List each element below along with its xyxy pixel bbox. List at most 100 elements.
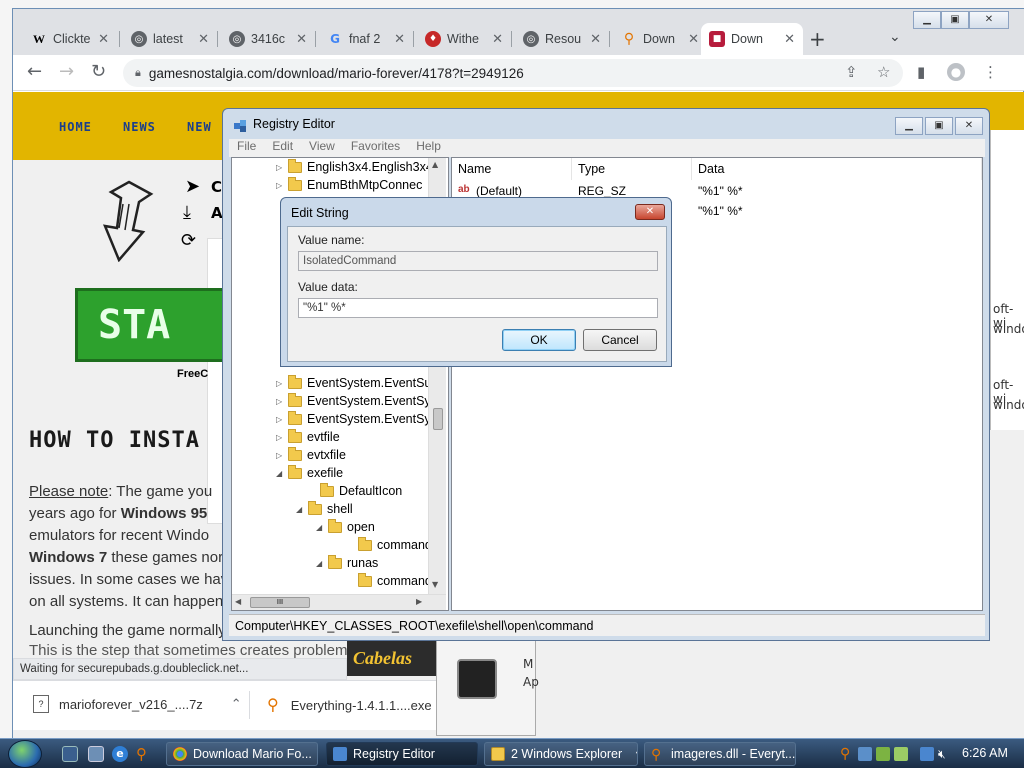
taskbar-item-regedit[interactable]: Registry Editor: [326, 742, 478, 766]
maximize-button[interactable]: ▣: [925, 117, 953, 135]
tree-horizontal-scrollbar[interactable]: ◀ III ▶: [232, 594, 446, 610]
show-desktop-icon[interactable]: [62, 746, 78, 762]
address-bar[interactable]: 🔒︎ gamesnostalgia.com/download/mario-for…: [123, 59, 903, 87]
switch-windows-icon[interactable]: [88, 746, 104, 762]
tree-item[interactable]: ▷ EventSystem.EventSy: [276, 392, 431, 410]
back-icon[interactable]: ←: [27, 61, 42, 82]
taskbar-item-everything[interactable]: ⚲ imageres.dll - Everyt...: [644, 742, 796, 766]
tab-6[interactable]: ◎ Resou ✕: [515, 23, 609, 55]
tree-item[interactable]: ◢ shell: [296, 500, 353, 518]
chevron-up-icon[interactable]: ⌃: [231, 696, 242, 712]
close-icon[interactable]: ✕: [198, 32, 209, 47]
internet-explorer-icon[interactable]: e: [112, 746, 128, 762]
minimize-button[interactable]: ▁: [913, 11, 941, 29]
menu-file[interactable]: File: [237, 139, 256, 153]
collapse-icon[interactable]: ◢: [296, 505, 308, 514]
tab-5[interactable]: ♦ Withe ✕: [417, 23, 511, 55]
expand-icon[interactable]: ▷: [276, 451, 288, 460]
tray-app-icon[interactable]: [894, 747, 908, 761]
clock[interactable]: 6:26 AM: [962, 746, 1008, 760]
search-icon[interactable]: ⚲: [136, 746, 152, 762]
tree-item[interactable]: DefaultIcon: [308, 482, 402, 500]
close-window-button[interactable]: ✕: [955, 117, 983, 135]
download-item[interactable]: ? marioforever_v216_....7z ⌃: [33, 695, 242, 713]
expand-icon[interactable]: ▷: [276, 433, 288, 442]
menu-kebab-icon[interactable]: ⋮: [983, 63, 998, 81]
tree-item[interactable]: ◢ runas: [316, 554, 378, 572]
collapse-icon[interactable]: ◢: [316, 559, 328, 568]
close-icon[interactable]: ✕: [394, 32, 405, 47]
column-header-data[interactable]: Data: [692, 158, 982, 180]
close-icon[interactable]: ✕: [296, 32, 307, 47]
close-icon[interactable]: ✕: [688, 32, 699, 47]
nav-new-link[interactable]: NEW: [187, 120, 212, 134]
reload-icon[interactable]: ↻: [91, 61, 106, 82]
download-item[interactable]: ⚲ Everything-1.4.1.1....exe: [267, 695, 432, 715]
collapse-icon[interactable]: ◢: [316, 523, 328, 532]
tree-item-selected[interactable]: command: [346, 536, 432, 554]
close-icon[interactable]: ✕: [784, 32, 795, 47]
expand-icon[interactable]: ▷: [276, 397, 288, 406]
volume-muted-icon[interactable]: 🔇︎: [938, 747, 952, 761]
tree-item[interactable]: command: [346, 572, 432, 590]
side-panel-icon[interactable]: ▮: [917, 63, 925, 81]
ad-banner[interactable]: Cabelas: [347, 640, 437, 676]
expand-icon[interactable]: ▷: [276, 163, 288, 172]
minimize-button[interactable]: ▁: [895, 117, 923, 135]
nav-home-link[interactable]: HOME: [59, 120, 92, 134]
menu-view[interactable]: View: [309, 139, 335, 153]
close-icon[interactable]: ✕: [590, 32, 601, 47]
close-icon[interactable]: ✕: [98, 32, 109, 47]
tree-item[interactable]: ▷ English3x4.English3x4: [276, 158, 433, 176]
new-tab-icon[interactable]: +: [809, 27, 826, 51]
tree-item[interactable]: ▷ EventSystem.EventSy: [276, 410, 431, 428]
tab-2[interactable]: ◎ latest ✕: [123, 23, 217, 55]
profile-avatar-icon[interactable]: ●: [947, 63, 965, 81]
menu-edit[interactable]: Edit: [272, 139, 293, 153]
menu-help[interactable]: Help: [416, 139, 441, 153]
tree-item[interactable]: ▷ evtxfile: [276, 446, 346, 464]
tab-3[interactable]: ◎ 3416c ✕: [221, 23, 315, 55]
taskbar-item-chrome[interactable]: Download Mario Fo...: [166, 742, 318, 766]
column-header-name[interactable]: Name: [452, 158, 572, 180]
scroll-thumb[interactable]: [433, 408, 443, 430]
close-icon[interactable]: ✕: [492, 32, 503, 47]
tab-4[interactable]: G fnaf 2 ✕: [319, 23, 413, 55]
cancel-button[interactable]: Cancel: [583, 329, 657, 351]
tab-1[interactable]: W Clickte ✕: [23, 23, 117, 55]
tree-item[interactable]: ▷ evtfile: [276, 428, 340, 446]
tree-item[interactable]: ◢ open: [316, 518, 375, 536]
menu-favorites[interactable]: Favorites: [351, 139, 400, 153]
tree-item[interactable]: ◢ exefile: [276, 464, 343, 482]
close-icon[interactable]: ✕: [635, 204, 665, 220]
tray-app-icon[interactable]: [876, 747, 890, 761]
ok-button[interactable]: OK: [502, 329, 576, 351]
scroll-thumb[interactable]: III: [250, 597, 310, 608]
network-icon[interactable]: [920, 747, 934, 761]
tree-item[interactable]: ▷ EventSystem.EventSu: [276, 374, 431, 392]
tab-7[interactable]: ⚲ Down ✕: [613, 23, 707, 55]
start-button[interactable]: [8, 740, 42, 768]
bookmark-star-icon[interactable]: ☆: [877, 63, 890, 81]
archive-file-icon: ?: [33, 695, 49, 713]
search-icon[interactable]: ⚲: [840, 747, 854, 761]
start-download-button[interactable]: STA: [75, 288, 235, 362]
nav-news-link[interactable]: NEWS: [123, 120, 156, 134]
expand-icon[interactable]: ▷: [276, 415, 288, 424]
expand-icon[interactable]: ▷: [276, 379, 288, 388]
expand-icon[interactable]: ▷: [276, 181, 288, 190]
value-name[interactable]: (Default): [476, 184, 522, 198]
tray-app-icon[interactable]: [858, 747, 872, 761]
chevron-down-icon[interactable]: ⌄: [889, 29, 901, 45]
value-data-input[interactable]: "%1" %*: [298, 298, 658, 318]
forward-icon[interactable]: →: [59, 61, 74, 82]
maximize-button[interactable]: ▣: [941, 11, 969, 29]
column-header-type[interactable]: Type: [572, 158, 692, 180]
share-icon[interactable]: ⇪: [845, 63, 858, 81]
globe-icon: ◎: [523, 31, 539, 47]
taskbar-item-explorer[interactable]: 2 Windows Explorer ▼: [484, 742, 638, 766]
collapse-icon[interactable]: ◢: [276, 469, 288, 478]
tab-8-active[interactable]: ■ Down ✕: [701, 23, 803, 55]
close-window-button[interactable]: ✕: [969, 11, 1009, 29]
tree-item[interactable]: ▷ EnumBthMtpConnec: [276, 176, 422, 194]
